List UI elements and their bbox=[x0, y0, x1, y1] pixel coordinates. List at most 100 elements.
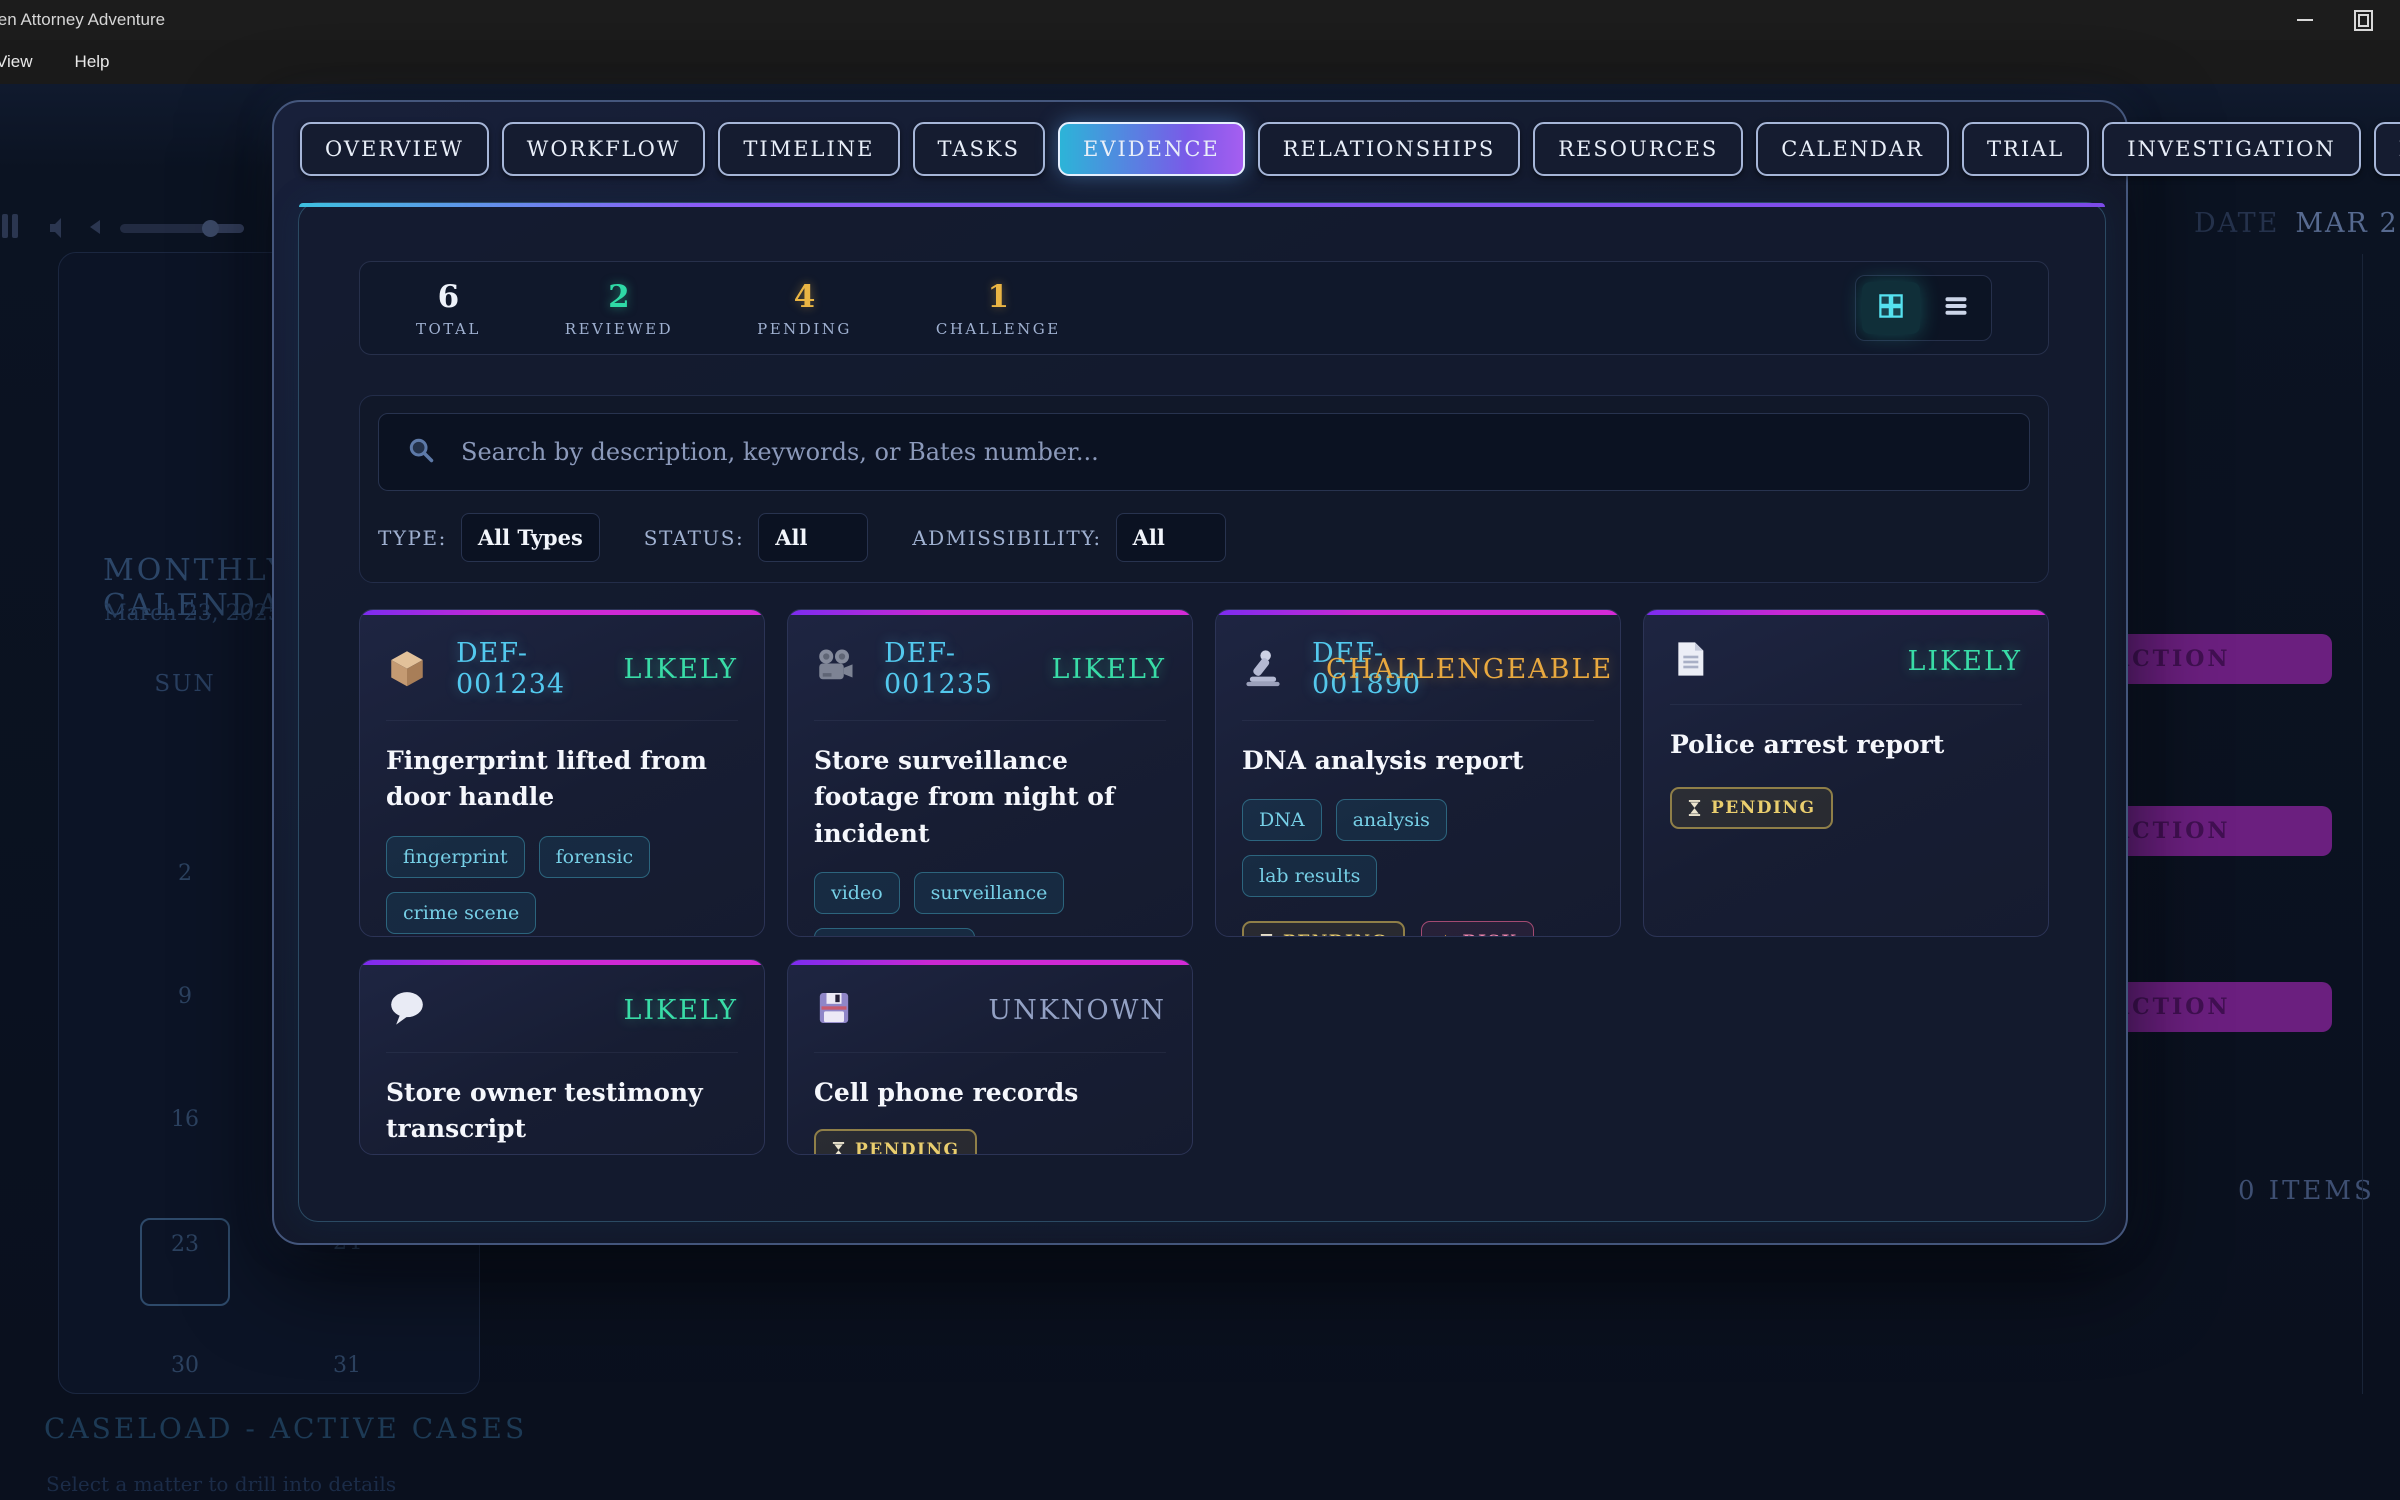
maximize-icon bbox=[2354, 10, 2373, 31]
grid-view-icon bbox=[1876, 291, 1906, 325]
calendar-day-selected[interactable]: 23 bbox=[140, 1218, 230, 1306]
search-box[interactable] bbox=[378, 413, 2030, 491]
badge-list: PENDING RISK MOTION bbox=[1242, 921, 1594, 937]
admissibility-filter-label: ADMISSIBILITY: bbox=[912, 526, 1101, 550]
stat-reviewed: 2 REVIEWED bbox=[565, 279, 673, 338]
card-header: LIKELY bbox=[1670, 638, 2022, 684]
evidence-card-police-report[interactable]: LIKELY Police arrest report PENDING bbox=[1643, 609, 2049, 937]
evidence-card-cell-records[interactable]: UNKNOWN Cell phone records PENDING bbox=[787, 959, 1193, 1155]
card-header: DEF-001235 LIKELY bbox=[814, 638, 1166, 700]
calendar-day[interactable]: 30 bbox=[104, 1305, 266, 1428]
card-divider bbox=[1670, 704, 2022, 705]
stat-pending-label: PENDING bbox=[757, 320, 852, 338]
minimize-button[interactable] bbox=[2282, 6, 2328, 34]
maximize-button[interactable] bbox=[2340, 6, 2386, 34]
tab-workflow[interactable]: WORKFLOW bbox=[502, 122, 706, 176]
calendar-subtitle: March 23, 2025 bbox=[104, 601, 282, 626]
calendar-day[interactable]: 31 bbox=[266, 1305, 428, 1428]
evidence-card-def-001890[interactable]: DEF-001890 CHALLENGEABLE DNA analysis re… bbox=[1215, 609, 1621, 937]
admissibility-filter-select[interactable]: All bbox=[1116, 513, 1226, 562]
evidence-card-def-001235[interactable]: DEF-001235 LIKELY Store surveillance foo… bbox=[787, 609, 1193, 937]
calendar-day[interactable]: 9 bbox=[104, 936, 266, 1059]
action-button[interactable]: ACTION bbox=[2098, 634, 2332, 684]
tab-trial[interactable]: TRIAL bbox=[1962, 122, 2089, 176]
risk-badge: RISK bbox=[1421, 921, 1534, 937]
tab-calendar[interactable]: CALENDAR bbox=[1756, 122, 1949, 176]
tab-tasks[interactable]: TASKS bbox=[913, 122, 1046, 176]
evidence-card-def-001234[interactable]: DEF-001234 LIKELY Fingerprint lifted fro… bbox=[359, 609, 765, 937]
action-button[interactable]: ACTION bbox=[2098, 806, 2332, 856]
type-filter-label: TYPE: bbox=[378, 526, 447, 550]
stat-total-label: TOTAL bbox=[416, 320, 481, 338]
tab-overview[interactable]: OVERVIEW bbox=[300, 122, 489, 176]
search-input[interactable] bbox=[459, 437, 2001, 467]
pending-badge: PENDING bbox=[1242, 921, 1405, 937]
pending-badge: PENDING bbox=[814, 1129, 977, 1155]
volume-slider-knob[interactable] bbox=[202, 220, 219, 237]
tag-chip: analysis bbox=[1336, 799, 1447, 841]
volume-slider[interactable] bbox=[120, 224, 244, 233]
action-button[interactable]: ACTION bbox=[2098, 982, 2332, 1032]
tab-bar: OVERVIEW WORKFLOW TIMELINE TASKS EVIDENC… bbox=[300, 122, 2100, 176]
evidence-title: Cell phone records bbox=[814, 1075, 1166, 1111]
minimize-icon bbox=[2297, 19, 2313, 21]
calendar-day[interactable]: 16 bbox=[104, 1059, 266, 1182]
tab-resources[interactable]: RESOURCES bbox=[1533, 122, 1743, 176]
game-date: DATEMAR 23, 2025 bbox=[2194, 208, 2400, 239]
warning-icon bbox=[1437, 934, 1454, 937]
app-screen: ien Attorney Adventure View Help DATEMAR… bbox=[0, 0, 2400, 1500]
tab-investigation[interactable]: INVESTIGATION bbox=[2102, 122, 2361, 176]
tag-list: fingerprint forensic crime scene bbox=[386, 836, 738, 934]
tab-relationships[interactable]: RELATIONSHIPS bbox=[1258, 122, 1521, 176]
admissibility-badge: UNKNOWN bbox=[988, 995, 1166, 1026]
tag-chip: crime scene bbox=[386, 892, 536, 934]
tag-chip: video bbox=[814, 872, 900, 914]
filter-row: TYPE: All Types STATUS: All ADMISSIBILIT… bbox=[378, 513, 2030, 562]
package-icon bbox=[386, 646, 428, 692]
day-header-sun: SUN bbox=[104, 671, 266, 697]
search-icon bbox=[407, 436, 435, 468]
hourglass-icon bbox=[831, 1141, 846, 1155]
badge-list: PENDING bbox=[814, 1129, 1166, 1155]
stat-total-value: 6 bbox=[438, 279, 460, 315]
card-header: DEF-001890 CHALLENGEABLE bbox=[1242, 638, 1594, 700]
evidence-title: DNA analysis report bbox=[1242, 743, 1594, 779]
card-divider bbox=[814, 1052, 1166, 1053]
tag-chip: lab results bbox=[1242, 855, 1377, 897]
calendar-day[interactable]: 2 bbox=[104, 813, 266, 936]
floppy-disk-icon bbox=[814, 988, 854, 1032]
pending-badge: PENDING bbox=[1670, 787, 1833, 829]
stat-challenge-label: CHALLENGE bbox=[936, 320, 1061, 338]
tab-evidence[interactable]: EVIDENCE bbox=[1058, 122, 1245, 176]
evidence-card-testimony[interactable]: LIKELY Store owner testimony transcript … bbox=[359, 959, 765, 1155]
background-panel-edge bbox=[2362, 254, 2363, 1394]
evidence-modal: OVERVIEW WORKFLOW TIMELINE TASKS EVIDENC… bbox=[272, 100, 2128, 1245]
window-titlebar: ien Attorney Adventure bbox=[0, 0, 2400, 40]
tab-negotiation[interactable]: NEGOTIATION bbox=[2374, 122, 2400, 176]
grid-view-button[interactable] bbox=[1862, 282, 1920, 334]
prev-icon[interactable] bbox=[90, 220, 100, 234]
menu-view[interactable]: View bbox=[0, 48, 39, 76]
status-filter-label: STATUS: bbox=[644, 526, 744, 550]
tag-chip: fingerprint bbox=[386, 836, 525, 878]
speaker-icon[interactable] bbox=[46, 216, 68, 244]
stat-pending-value: 4 bbox=[794, 279, 816, 315]
tab-timeline[interactable]: TIMELINE bbox=[718, 122, 899, 176]
card-header: LIKELY bbox=[386, 988, 738, 1032]
date-label: DATE bbox=[2194, 208, 2279, 239]
status-filter-select[interactable]: All bbox=[758, 513, 868, 562]
menu-help[interactable]: Help bbox=[69, 48, 116, 76]
tag-chip: surveillance bbox=[914, 872, 1065, 914]
speech-balloon-icon bbox=[386, 988, 428, 1032]
stats-bar: 6 TOTAL 2 REVIEWED 4 PENDING 1 CHALLENGE bbox=[359, 261, 2049, 355]
admissibility-badge: LIKELY bbox=[623, 995, 738, 1026]
items-count: 0 ITEMS bbox=[2238, 1176, 2375, 1206]
evidence-title: Store surveillance footage from night of… bbox=[814, 743, 1166, 852]
evidence-id: DEF-001235 bbox=[884, 638, 1037, 700]
tag-chip: forensic bbox=[539, 836, 651, 878]
hourglass-icon bbox=[1687, 799, 1702, 817]
list-view-button[interactable] bbox=[1927, 282, 1985, 334]
card-divider bbox=[386, 720, 738, 721]
type-filter-select[interactable]: All Types bbox=[461, 513, 600, 562]
evidence-title: Police arrest report bbox=[1670, 727, 2022, 763]
